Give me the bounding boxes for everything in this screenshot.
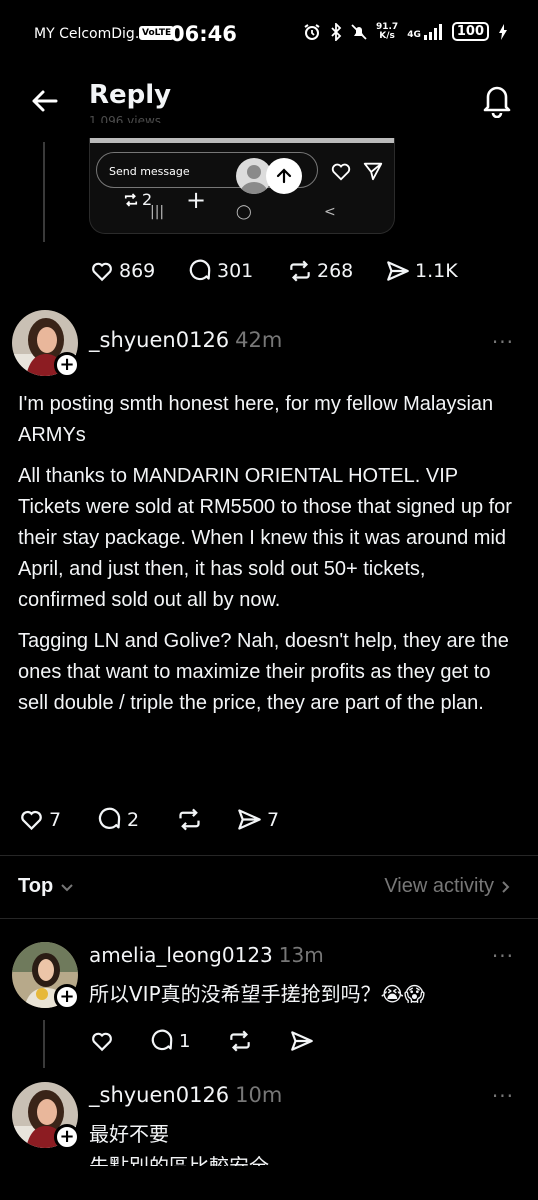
mute-icon xyxy=(351,23,367,40)
arrow-left-icon xyxy=(32,90,58,112)
comment-count: 1 xyxy=(179,1030,191,1052)
username[interactable]: amelia_leong0123 xyxy=(89,943,273,967)
repost-count: 268 xyxy=(317,260,354,282)
like-button[interactable]: 7 xyxy=(18,806,96,833)
heart-icon xyxy=(331,163,351,181)
signal-icon: 4G xyxy=(407,23,443,40)
nav-recents-icon: ||| xyxy=(150,204,165,220)
arrow-up-icon xyxy=(266,158,302,194)
comment-icon xyxy=(151,1029,173,1051)
chevron-down-icon xyxy=(61,883,73,891)
more-options-button[interactable]: ··· xyxy=(492,944,514,968)
heart-icon xyxy=(92,262,112,282)
comment-time: 13m xyxy=(278,943,324,967)
comment-button[interactable]: 2 xyxy=(96,806,176,833)
main-post-actions: 869 301 268 1.1K xyxy=(89,258,458,284)
share-button[interactable]: 1.1K xyxy=(385,258,458,284)
post-paragraph: I'm posting smth honest here, for my fel… xyxy=(18,393,494,446)
share-count: 7 xyxy=(267,808,280,831)
follow-button[interactable]: + xyxy=(54,352,80,378)
comment-actions: 1 xyxy=(89,1028,315,1054)
username[interactable]: _shyuen0126 xyxy=(89,328,229,352)
heart-icon xyxy=(92,1032,112,1052)
comment-button[interactable]: 301 xyxy=(187,258,287,284)
back-button[interactable] xyxy=(28,84,62,118)
status-icons: 91.7 K/s 4G 100 xyxy=(303,22,508,41)
post-author[interactable]: _shyuen0126 42m xyxy=(89,328,282,352)
send-icon xyxy=(363,162,383,181)
comment-text: 先點別的區比較安全 xyxy=(89,1154,269,1166)
comment-author[interactable]: amelia_leong0123 13m xyxy=(89,943,324,967)
like-button[interactable] xyxy=(89,1028,149,1054)
like-count: 7 xyxy=(49,808,62,831)
comment-time: 10m xyxy=(235,1083,283,1107)
charging-icon xyxy=(499,23,507,40)
thread-line xyxy=(43,1020,45,1068)
embed-repost-count: 2 xyxy=(122,190,152,209)
comment-text: 最好不要 xyxy=(89,1122,169,1146)
post-paragraph: All thanks to MANDARIN ORIENTAL HOTEL. V… xyxy=(18,465,512,611)
repost-button[interactable] xyxy=(227,1028,289,1054)
bluetooth-icon xyxy=(331,22,342,41)
comment-author[interactable]: _shyuen0126 10m xyxy=(89,1083,282,1107)
divider xyxy=(0,855,538,856)
comment-count: 2 xyxy=(127,808,140,831)
top-bar: Reply 1,096 views xyxy=(0,70,538,142)
comment-text: 所以VIP真的没希望手搓抢到吗？😭😱 xyxy=(89,982,425,1006)
thread-line xyxy=(43,142,45,242)
like-button[interactable]: 869 xyxy=(89,258,187,284)
like-count: 869 xyxy=(119,260,156,282)
status-bar: MY CelcomDig... VoLTE 06:46 91.7 K/s 4G 1… xyxy=(0,0,538,70)
comment-count: 301 xyxy=(217,260,254,282)
repost-icon xyxy=(124,192,138,207)
follow-button[interactable]: + xyxy=(54,1124,80,1150)
sort-dropdown[interactable]: Top xyxy=(18,875,75,898)
follow-button[interactable]: + xyxy=(54,984,80,1010)
nav-home-icon: ◯ xyxy=(236,204,252,220)
embed-top-edge xyxy=(90,138,394,143)
sort-label: Top xyxy=(18,875,54,897)
notifications-button[interactable] xyxy=(480,82,514,119)
repost-icon xyxy=(290,260,310,282)
battery-icon: 100 xyxy=(451,22,489,41)
username[interactable]: _shyuen0126 xyxy=(89,1083,229,1107)
page-title: Reply xyxy=(89,80,172,110)
post-paragraph: Tagging LN and Golive? Nah, doesn't help… xyxy=(18,630,509,714)
repost-icon xyxy=(179,808,200,831)
alarm-icon xyxy=(304,23,320,40)
more-options-button[interactable]: ··· xyxy=(492,1084,514,1108)
heart-icon xyxy=(21,810,42,831)
volte-badge: VoLTE xyxy=(139,26,175,40)
carrier-name: MY CelcomDig... xyxy=(34,26,149,42)
post-actions: 7 2 7 xyxy=(18,806,279,833)
share-count: 1.1K xyxy=(415,260,458,282)
share-button[interactable]: 7 xyxy=(236,806,279,833)
repost-button[interactable] xyxy=(176,806,236,833)
share-button[interactable] xyxy=(289,1028,315,1054)
send-icon xyxy=(387,261,409,281)
clock: 06:46 xyxy=(170,22,237,46)
bell-icon xyxy=(483,86,511,119)
page-subtitle: 1,096 views xyxy=(89,114,162,123)
view-activity-link[interactable]: View activity xyxy=(384,875,512,898)
send-icon xyxy=(291,1031,313,1051)
divider xyxy=(0,918,538,919)
embedded-screenshot[interactable]: Send message 2 + ||| ◯ < xyxy=(89,138,395,234)
comment-icon xyxy=(189,259,211,281)
plus-icon: + xyxy=(186,186,207,214)
chevron-right-icon xyxy=(502,880,510,893)
repost-icon xyxy=(230,1030,250,1052)
post-time: 42m xyxy=(235,328,283,352)
view-activity-label: View activity xyxy=(384,875,494,897)
nav-back-icon: < xyxy=(324,204,336,220)
comment-button[interactable]: 1 xyxy=(149,1028,227,1054)
net-speed: 91.7 K/s xyxy=(375,21,399,41)
comment-icon xyxy=(98,807,121,830)
send-icon xyxy=(238,809,261,830)
repost-button[interactable]: 268 xyxy=(287,258,385,284)
post-body: I'm posting smth honest here, for my fel… xyxy=(18,389,518,729)
more-options-button[interactable]: ··· xyxy=(492,330,514,354)
